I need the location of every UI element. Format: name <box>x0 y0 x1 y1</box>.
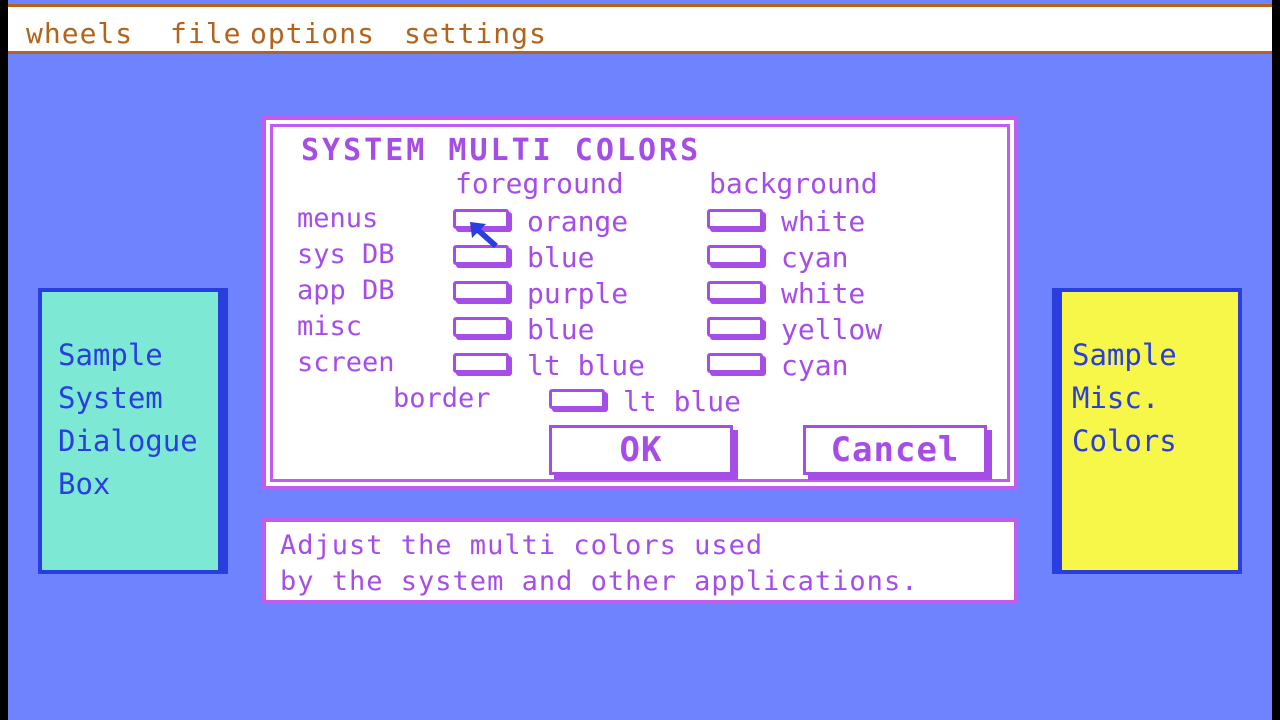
help-line-1: Adjust the multi colors used <box>280 530 764 561</box>
system-multi-colors-dialog: SYSTEM MULTI COLORS foreground backgroun… <box>262 116 1018 490</box>
sample-system-dialogue-box: Sample System Dialogue Box <box>38 288 228 574</box>
sample-left-line-2: System <box>58 381 163 415</box>
row-label-sys-db: sys DB <box>297 239 395 270</box>
swatch-misc-foreground[interactable] <box>453 317 509 337</box>
row-label-app-db: app DB <box>297 275 395 306</box>
cancel-button[interactable]: Cancel <box>803 425 987 475</box>
fg-color-menus: orange <box>527 205 629 238</box>
row-label-misc: misc <box>297 311 363 342</box>
row-label-screen: screen <box>297 347 395 378</box>
menu-file[interactable]: file <box>170 17 241 50</box>
menu-wheels[interactable]: wheels <box>26 17 133 50</box>
bg-color-misc: yellow <box>781 313 883 346</box>
swatch-sysdb-background[interactable] <box>707 245 763 265</box>
fg-color-sysdb: blue <box>527 241 595 274</box>
sample-right-line-1: Sample <box>1072 338 1177 372</box>
swatch-appdb-background[interactable] <box>707 281 763 301</box>
foreground-header: foreground <box>455 167 624 200</box>
menu-options[interactable]: options <box>250 17 375 50</box>
bg-color-sysdb: cyan <box>781 241 849 274</box>
dialog-inner-frame: SYSTEM MULTI COLORS foreground backgroun… <box>270 124 1010 482</box>
sample-left-line-3: Dialogue <box>58 424 198 458</box>
dialog-title: SYSTEM MULTI COLORS <box>301 133 702 168</box>
sample-left-line-1: Sample <box>58 338 163 372</box>
row-label-menus: menus <box>297 203 379 234</box>
swatch-misc-background[interactable] <box>707 317 763 337</box>
mouse-pointer-icon <box>470 222 500 252</box>
row-label-border: border <box>393 383 491 414</box>
swatch-appdb-foreground[interactable] <box>453 281 509 301</box>
help-text-box: Adjust the multi colors used by the syst… <box>262 518 1018 604</box>
sample-left-line-4: Box <box>58 467 111 501</box>
border-color-name: lt blue <box>623 385 742 418</box>
ok-button[interactable]: OK <box>549 425 733 475</box>
swatch-screen-background[interactable] <box>707 353 763 373</box>
swatch-border[interactable] <box>549 389 605 409</box>
fg-color-misc: blue <box>527 313 595 346</box>
help-line-2: by the system and other applications. <box>280 566 919 597</box>
sample-right-line-2: Misc. <box>1072 381 1160 415</box>
sample-misc-colors: Sample Misc. Colors <box>1052 288 1242 574</box>
bg-color-screen: cyan <box>781 349 849 382</box>
menu-settings[interactable]: settings <box>404 17 547 50</box>
swatch-menus-background[interactable] <box>707 209 763 229</box>
fg-color-screen: lt blue <box>527 349 646 382</box>
bg-color-appdb: white <box>781 277 866 310</box>
sample-right-line-3: Colors <box>1072 424 1177 458</box>
menu-bar: wheels file options settings <box>8 4 1272 54</box>
swatch-screen-foreground[interactable] <box>453 353 509 373</box>
desktop: wheels file options settings Sample Syst… <box>8 0 1272 720</box>
fg-color-appdb: purple <box>527 277 629 310</box>
bg-color-menus: white <box>781 205 866 238</box>
background-header: background <box>709 167 878 200</box>
